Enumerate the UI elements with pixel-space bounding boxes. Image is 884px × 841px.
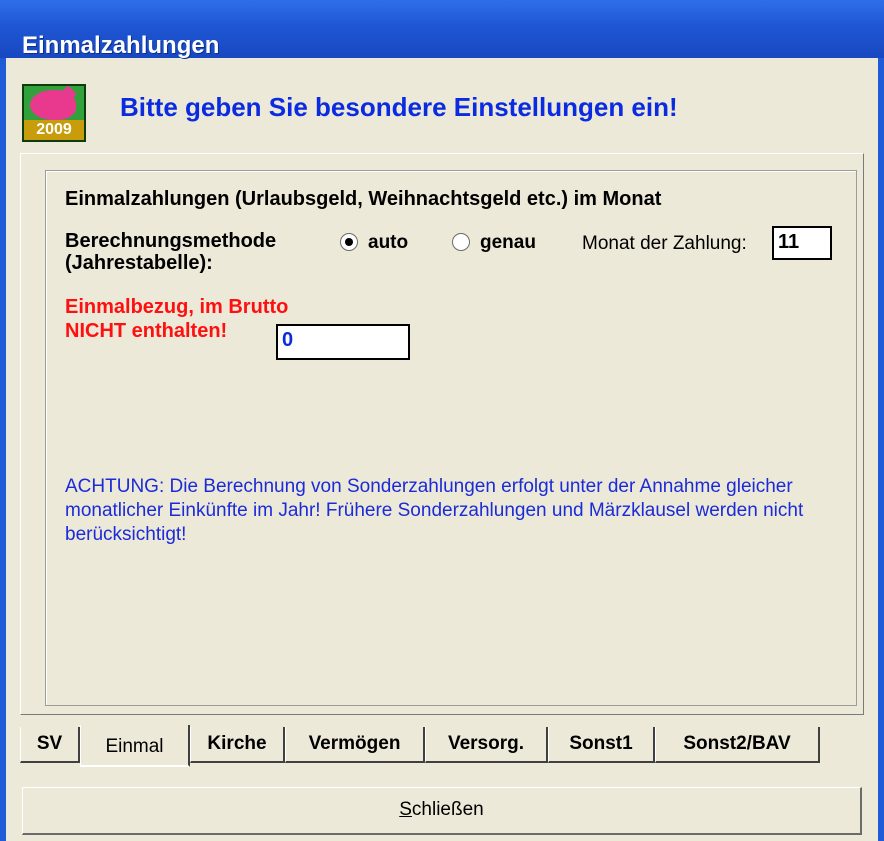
tab-versorg[interactable]: Versorg.	[425, 727, 548, 763]
method-label-sub: (Jahrestabelle):	[65, 252, 213, 274]
page-headline: Bitte geben Sie besondere Einstellungen …	[120, 92, 678, 122]
close-button[interactable]: Schließen	[22, 787, 862, 835]
piggy-bank-2009-icon: 2009	[22, 84, 86, 142]
title-bar[interactable]: Einmalzahlungen	[0, 0, 884, 59]
month-input[interactable]: 11	[772, 226, 832, 260]
method-label: Berechnungsmethode	[65, 230, 276, 253]
radio-auto[interactable]	[340, 233, 358, 251]
tab-vermoegen[interactable]: Vermögen	[285, 727, 425, 763]
window-title: Einmalzahlungen	[22, 32, 220, 59]
close-button-mnemonic: S	[399, 799, 412, 820]
tab-kirche[interactable]: Kirche	[190, 727, 285, 763]
tab-einmal[interactable]: Einmal	[80, 725, 190, 767]
tab-sv[interactable]: SV	[20, 727, 80, 763]
section-title: Einmalzahlungen (Urlaubsgeld, Weihnachts…	[65, 188, 662, 210]
icon-year-label: 2009	[24, 120, 84, 140]
radio-genau[interactable]	[452, 233, 470, 251]
one-time-amount-input[interactable]: 0	[276, 324, 410, 360]
one-time-label-line2: NICHT enthalten!	[65, 320, 228, 342]
tab-sonst1[interactable]: Sonst1	[548, 727, 655, 763]
tab-bar: SV Einmal Kirche Vermögen Versorg. Sonst…	[20, 725, 864, 767]
one-time-label-line1: Einmalbezug, im Brutto	[65, 296, 289, 318]
radio-genau-label[interactable]: genau	[480, 232, 536, 254]
close-button-label: chließen	[411, 799, 484, 820]
method-label-line1: Berechnungsmethode	[65, 230, 277, 252]
month-label: Monat der Zahlung:	[582, 233, 747, 254]
tab-sonst2-bav[interactable]: Sonst2/BAV	[655, 727, 820, 763]
radio-auto-label[interactable]: auto	[368, 232, 408, 254]
warning-note: ACHTUNG: Die Berechnung von Sonderzahlun…	[65, 476, 804, 545]
